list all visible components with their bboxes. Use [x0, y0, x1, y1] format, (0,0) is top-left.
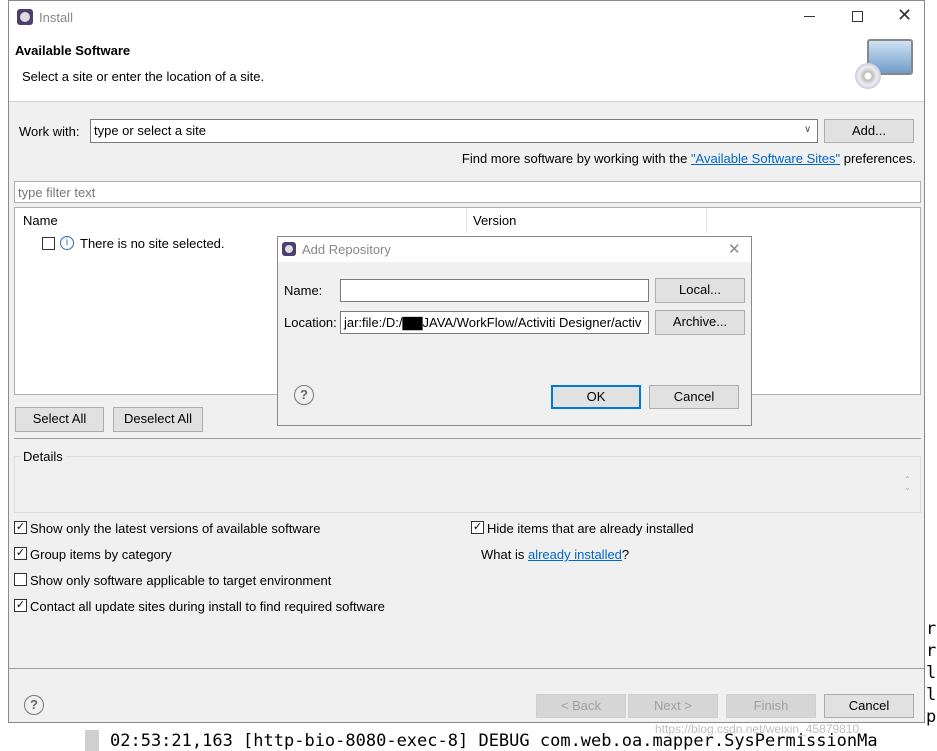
- deselect-all-button[interactable]: Deselect All: [113, 407, 203, 432]
- console-char: l: [926, 663, 937, 683]
- archive-button[interactable]: Archive...: [655, 310, 745, 335]
- console-char: l: [926, 685, 937, 705]
- contact-sites-checkbox[interactable]: ✓: [14, 599, 27, 612]
- ok-button[interactable]: OK: [551, 385, 641, 409]
- dialog-close-button[interactable]: ✕: [728, 240, 741, 258]
- chevron-down-icon[interactable]: ∨: [804, 124, 811, 135]
- details-group: [14, 456, 921, 513]
- name-label: Name:: [284, 283, 323, 298]
- available-sites-hint: Find more software by working with the "…: [462, 151, 916, 166]
- column-header-version[interactable]: Version: [473, 213, 516, 228]
- dialog-cancel-button[interactable]: Cancel: [649, 385, 739, 409]
- help-icon[interactable]: ?: [294, 385, 314, 405]
- group-by-category-label: Group items by category: [30, 547, 172, 562]
- work-with-label: Work with:: [19, 124, 80, 139]
- eclipse-icon: [17, 9, 33, 25]
- column-divider: [706, 208, 707, 233]
- target-env-label: Show only software applicable to target …: [30, 573, 332, 588]
- back-button[interactable]: < Back: [536, 694, 626, 718]
- location-label: Location:: [284, 315, 337, 330]
- console-char: p: [926, 707, 937, 727]
- help-icon[interactable]: ?: [24, 695, 44, 715]
- separator: [14, 438, 921, 439]
- name-input[interactable]: [340, 279, 649, 302]
- console-side-chars: r r l l p: [926, 618, 936, 728]
- what-is-text: ?: [621, 547, 630, 562]
- info-icon: i: [60, 236, 74, 250]
- add-repository-dialog: Add Repository ✕ Name: Local... Location…: [277, 236, 752, 426]
- cd-icon: [855, 63, 881, 89]
- console-char: r: [926, 619, 937, 639]
- column-divider: [466, 208, 467, 233]
- dialog-title-bar: Add Repository ✕: [278, 237, 751, 262]
- eclipse-icon: [282, 242, 296, 256]
- latest-versions-checkbox[interactable]: ✓: [14, 521, 27, 534]
- page-title: Available Software: [15, 43, 131, 58]
- tree-row-label: There is no site selected.: [80, 236, 225, 251]
- already-installed-link[interactable]: already installed: [528, 547, 622, 562]
- hint-text: Find more software by working with the: [461, 151, 691, 166]
- available-software-sites-link[interactable]: "Available Software Sites": [691, 151, 840, 166]
- column-header-name[interactable]: Name: [23, 213, 58, 228]
- minimize-button[interactable]: [804, 16, 815, 17]
- watermark: https://blog.csdn.net/weixin_45879810: [655, 722, 860, 736]
- target-env-checkbox[interactable]: [14, 573, 27, 586]
- separator: [9, 668, 924, 669]
- work-with-combo[interactable]: type or select a site: [90, 119, 818, 143]
- what-is-installed: What is already installed?: [481, 547, 629, 562]
- window-title: Install: [39, 10, 73, 25]
- console-char: r: [926, 641, 937, 661]
- dialog-title: Add Repository: [302, 242, 391, 257]
- maximize-button[interactable]: [852, 11, 863, 22]
- what-is-text: What is: [481, 547, 528, 562]
- close-button[interactable]: ✕: [897, 5, 912, 26]
- finish-button[interactable]: Finish: [726, 694, 816, 718]
- local-button[interactable]: Local...: [655, 278, 745, 303]
- location-input[interactable]: jar:file:/D:/▇▇JAVA/WorkFlow/Activiti De…: [340, 311, 649, 334]
- contact-sites-label: Contact all update sites during install …: [30, 599, 385, 614]
- add-site-button[interactable]: Add...: [824, 119, 914, 143]
- select-all-button[interactable]: Select All: [15, 407, 104, 432]
- tree-row-checkbox[interactable]: [42, 237, 55, 250]
- details-scroll-arrows[interactable]: ⌃ ⌄: [904, 476, 911, 492]
- latest-versions-label: Show only the latest versions of availab…: [30, 521, 321, 536]
- title-bar: Install ✕: [9, 1, 924, 33]
- group-by-category-checkbox[interactable]: ✓: [14, 547, 27, 560]
- details-label: Details: [21, 449, 65, 464]
- hide-installed-checkbox[interactable]: ✓: [471, 521, 484, 534]
- hide-installed-label: Hide items that are already installed: [487, 521, 694, 536]
- page-subtitle: Select a site or enter the location of a…: [22, 69, 265, 84]
- cancel-button[interactable]: Cancel: [824, 694, 914, 718]
- hint-text: preferences.: [840, 151, 916, 166]
- wizard-header: Available Software Select a site or ente…: [9, 33, 924, 102]
- next-button[interactable]: Next >: [628, 694, 718, 718]
- filter-input[interactable]: type filter text: [14, 181, 921, 203]
- console-gutter: [85, 730, 99, 751]
